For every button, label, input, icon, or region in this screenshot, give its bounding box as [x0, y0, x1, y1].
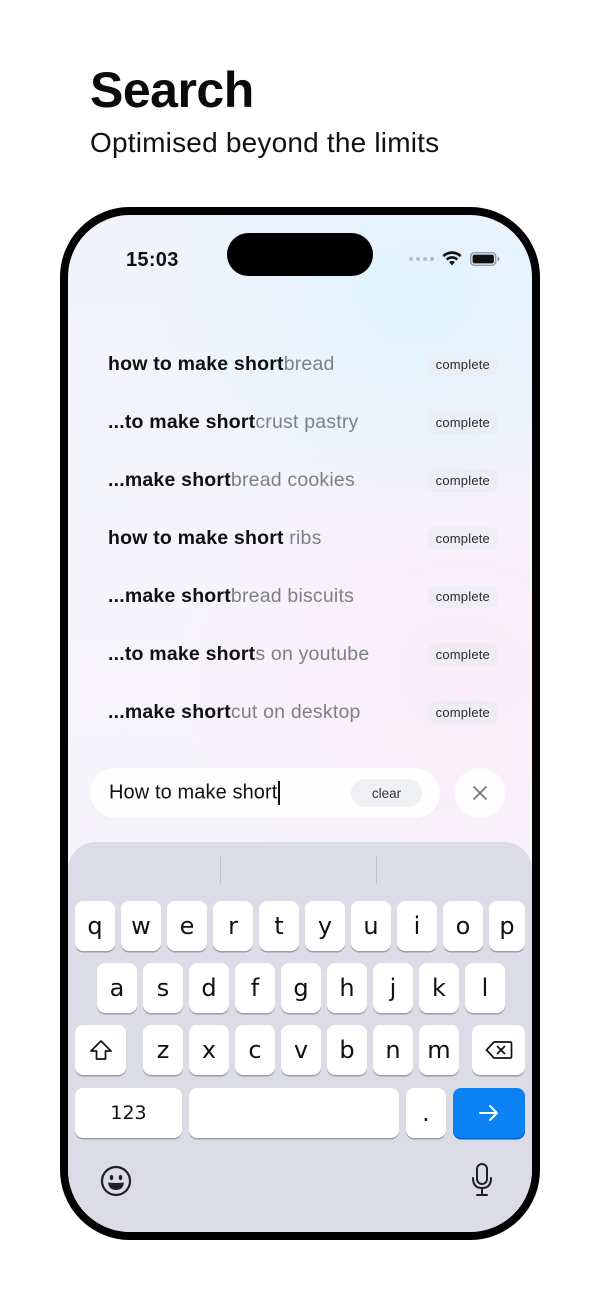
suggestion-text: how to make shortbread [108, 352, 335, 375]
key-c[interactable]: c [235, 1025, 275, 1075]
key-o[interactable]: o [443, 901, 483, 951]
suggestion-text: how to make short ribs [108, 526, 322, 549]
close-icon [473, 786, 487, 800]
page-subtitle: Optimised beyond the limits [90, 127, 440, 158]
suggestion-item[interactable]: ...make shortbread cookies complete [108, 451, 498, 509]
status-time: 15:03 [126, 249, 179, 271]
complete-button[interactable]: complete [427, 700, 498, 724]
emoji-button[interactable] [100, 1165, 132, 1202]
close-button[interactable] [455, 768, 505, 818]
key-m[interactable]: m [419, 1025, 459, 1075]
key-n[interactable]: n [373, 1025, 413, 1075]
suggestion-text: ...make shortbread cookies [108, 468, 355, 491]
mic-icon [472, 1163, 492, 1196]
complete-button[interactable]: complete [427, 526, 498, 550]
key-l[interactable]: l [465, 963, 505, 1013]
suggestion-item[interactable]: how to make short ribs complete [108, 509, 498, 567]
delete-icon [485, 1041, 512, 1059]
suggestion-item[interactable]: how to make shortbread complete [108, 335, 498, 393]
key-i[interactable]: i [397, 901, 437, 951]
return-arrow-icon [479, 1105, 498, 1121]
key-s[interactable]: s [143, 963, 183, 1013]
dynamic-island [227, 233, 373, 276]
battery-icon [470, 251, 500, 266]
suggestion-item[interactable]: ...to make shortcrust pastry complete [108, 393, 498, 451]
key-r[interactable]: r [213, 901, 253, 951]
key-p[interactable]: p [489, 901, 525, 951]
signal-dots-icon [409, 256, 434, 261]
key-d[interactable]: d [189, 963, 229, 1013]
complete-button[interactable]: complete [427, 642, 498, 666]
key-f[interactable]: f [235, 963, 275, 1013]
suggestion-item[interactable]: ...to make shorts on youtube complete [108, 625, 498, 683]
suggestion-text: ...to make shortcrust pastry [108, 410, 359, 433]
return-key[interactable] [453, 1088, 525, 1138]
space-key[interactable] [189, 1088, 399, 1138]
complete-button[interactable]: complete [427, 468, 498, 492]
emoji-icon [100, 1165, 132, 1197]
prediction-separator [376, 856, 377, 884]
text-caret [278, 781, 281, 805]
key-y[interactable]: y [305, 901, 345, 951]
suggestion-text: ...to make shorts on youtube [108, 642, 370, 665]
status-icons [409, 251, 500, 266]
suggestion-item[interactable]: ...make shortbread biscuits complete [108, 567, 498, 625]
page-header: Search Optimised beyond the limits [90, 62, 439, 160]
key-u[interactable]: u [351, 901, 391, 951]
key-q[interactable]: q [75, 901, 115, 951]
delete-key[interactable] [472, 1025, 525, 1075]
keyboard: q w e r t y u i o p a s d f g h j k l z … [68, 842, 532, 1232]
key-g[interactable]: g [281, 963, 321, 1013]
dictation-button[interactable] [470, 1162, 494, 1203]
key-h[interactable]: h [327, 963, 367, 1013]
complete-button[interactable]: complete [427, 584, 498, 608]
search-input-value: How to make short [109, 781, 281, 805]
shift-key[interactable] [75, 1025, 126, 1075]
key-k[interactable]: k [419, 963, 459, 1013]
complete-button[interactable]: complete [427, 352, 498, 376]
key-w[interactable]: w [121, 901, 161, 951]
suggestion-list: how to make shortbread complete ...to ma… [108, 335, 498, 741]
key-a[interactable]: a [97, 963, 137, 1013]
shift-icon [89, 1040, 112, 1060]
suggestion-item[interactable]: ...make shortcut on desktop complete [108, 683, 498, 741]
page-title: Search [90, 62, 254, 118]
suggestion-text: ...make shortcut on desktop [108, 700, 361, 723]
key-e[interactable]: e [167, 901, 207, 951]
complete-button[interactable]: complete [427, 410, 498, 434]
wifi-icon [442, 251, 462, 266]
clear-button[interactable]: clear [351, 779, 422, 807]
key-j[interactable]: j [373, 963, 413, 1013]
phone-frame: 15:03 how to make shortbread complete ..… [60, 207, 540, 1240]
numbers-key[interactable]: 123 [75, 1088, 182, 1138]
key-b[interactable]: b [327, 1025, 367, 1075]
key-v[interactable]: v [281, 1025, 321, 1075]
period-key[interactable]: . [406, 1088, 446, 1138]
key-x[interactable]: x [189, 1025, 229, 1075]
suggestion-text: ...make shortbread biscuits [108, 584, 355, 607]
prediction-separator [220, 856, 221, 884]
key-z[interactable]: z [143, 1025, 183, 1075]
key-t[interactable]: t [259, 901, 299, 951]
search-input[interactable]: How to make short clear [90, 768, 440, 818]
